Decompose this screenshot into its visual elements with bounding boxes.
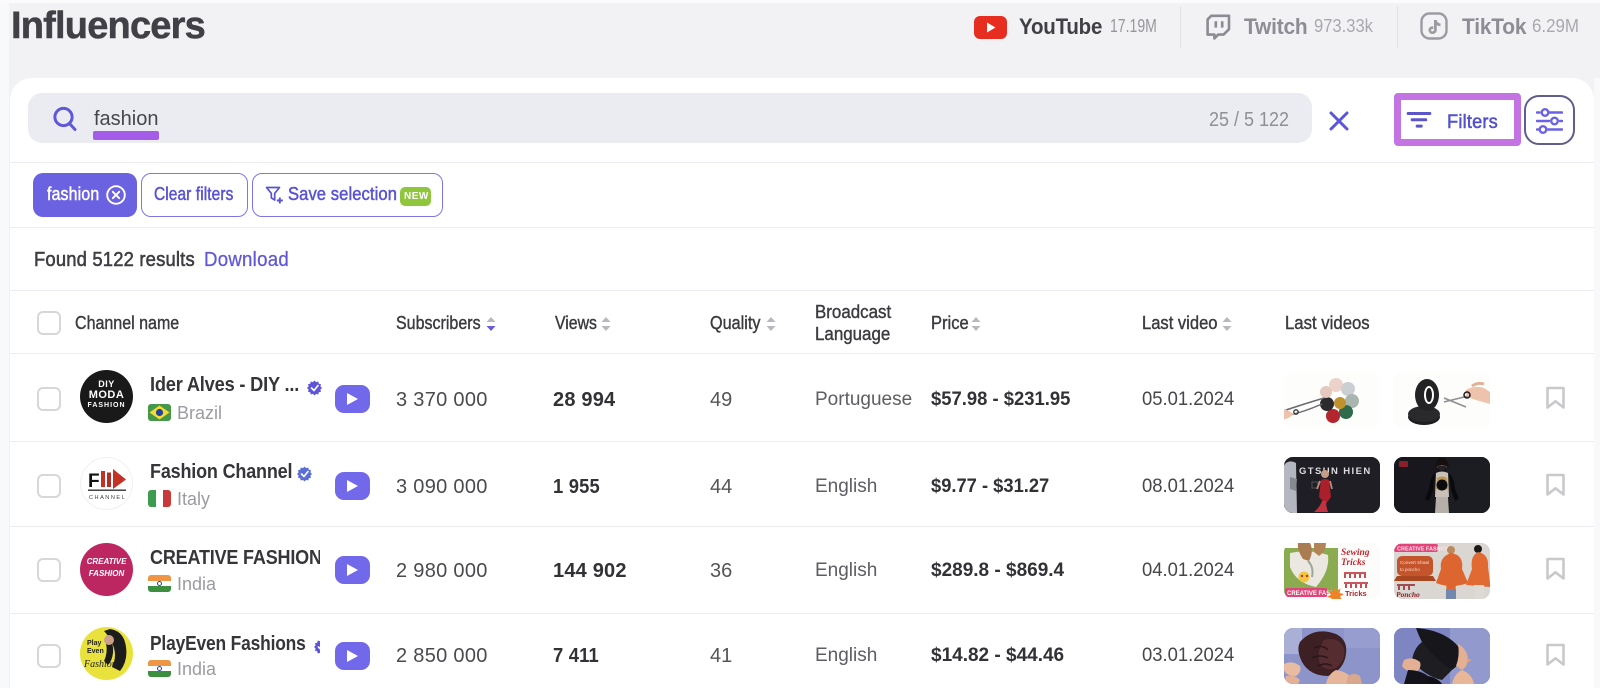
svg-text:F: F xyxy=(88,471,100,492)
svg-text:Convert Shawl: Convert Shawl xyxy=(1400,560,1429,565)
svg-text:GTSUN HIEN: GTSUN HIEN xyxy=(1299,466,1372,477)
svg-text:Sewing: Sewing xyxy=(1341,548,1370,558)
svg-text:CREATIVE FASHION: CREATIVE FASHION xyxy=(1397,547,1450,553)
svg-text:to poncho: to poncho xyxy=(1400,567,1420,572)
svg-text:Poncho: Poncho xyxy=(1396,590,1420,599)
svg-text:Tricks: Tricks xyxy=(1341,558,1366,568)
svg-text:CHANNEL: CHANNEL xyxy=(89,495,126,501)
svg-text:Even: Even xyxy=(87,648,104,655)
svg-text:Fashion: Fashion xyxy=(83,659,117,670)
svg-text:Play: Play xyxy=(87,640,102,647)
svg-text:Tricks: Tricks xyxy=(1345,589,1367,598)
